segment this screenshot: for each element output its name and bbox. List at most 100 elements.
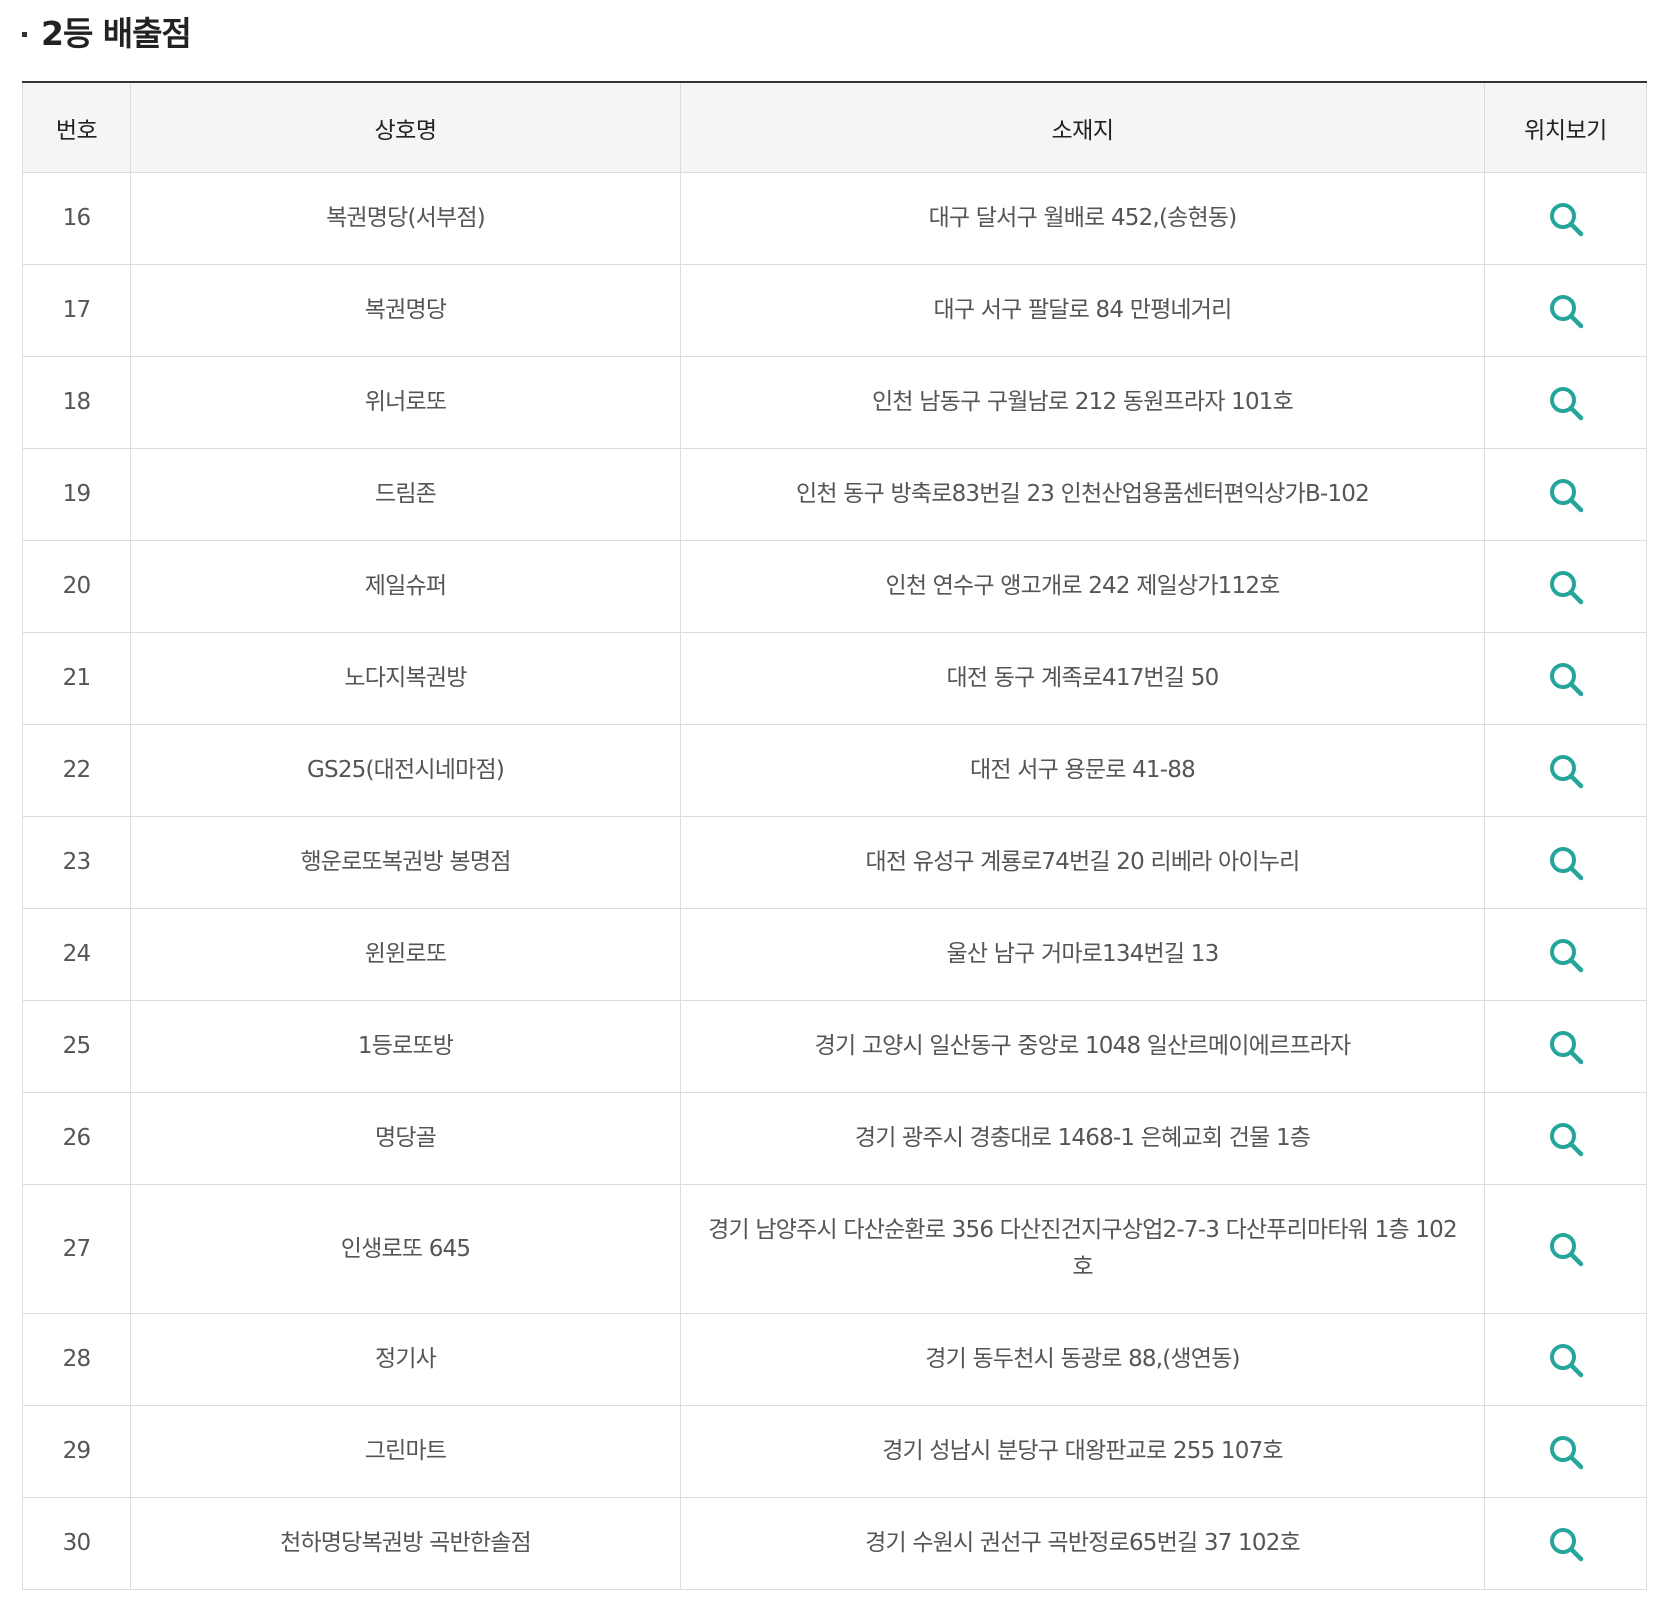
table-row: 22 GS25(대전시네마점) 대전 서구 용문로 41-88 bbox=[22, 724, 1647, 817]
row-number: 30 bbox=[22, 1497, 131, 1590]
table-row: 19 드림존 인천 동구 방축로83번길 23 인천산업용품센터편익상가B-10… bbox=[22, 448, 1647, 541]
row-number: 18 bbox=[22, 356, 131, 449]
table-row: 29 그린마트 경기 성남시 분당구 대왕판교로 255 107호 bbox=[22, 1405, 1647, 1498]
store-address: 경기 성남시 분당구 대왕판교로 255 107호 bbox=[680, 1405, 1485, 1498]
table-row: 24 윈윈로또 울산 남구 거마로134번길 13 bbox=[22, 908, 1647, 1001]
location-cell bbox=[1484, 1000, 1647, 1093]
store-name: 그린마트 bbox=[130, 1405, 681, 1498]
store-address: 대전 동구 계족로417번길 50 bbox=[680, 632, 1485, 725]
location-cell bbox=[1484, 264, 1647, 357]
row-number: 23 bbox=[22, 816, 131, 909]
view-location-button[interactable] bbox=[1546, 935, 1586, 975]
store-name: 복권명당(서부점) bbox=[130, 172, 681, 265]
search-icon bbox=[1549, 1343, 1583, 1377]
store-name: 천하명당복권방 곡반한솔점 bbox=[130, 1497, 681, 1590]
row-number: 27 bbox=[22, 1184, 131, 1314]
search-icon bbox=[1549, 846, 1583, 880]
store-address: 인천 남동구 구월남로 212 동원프라자 101호 bbox=[680, 356, 1485, 449]
view-location-button[interactable] bbox=[1546, 1027, 1586, 1067]
store-address: 경기 남양주시 다산순환로 356 다산진건지구상업2-7-3 다산푸리마타워 … bbox=[680, 1184, 1485, 1314]
page: 2등 배출점 번호 상호명 소재지 위치보기 16 복권명당(서부점) 대구 달… bbox=[0, 0, 1655, 1609]
view-location-button[interactable] bbox=[1546, 383, 1586, 423]
store-address: 인천 연수구 앵고개로 242 제일상가112호 bbox=[680, 540, 1485, 633]
row-number: 24 bbox=[22, 908, 131, 1001]
view-location-button[interactable] bbox=[1546, 475, 1586, 515]
location-cell bbox=[1484, 724, 1647, 817]
store-name: 인생로또 645 bbox=[130, 1184, 681, 1314]
location-cell bbox=[1484, 1497, 1647, 1590]
table-row: 16 복권명당(서부점) 대구 달서구 월배로 452,(송현동) bbox=[22, 172, 1647, 265]
header-location: 위치보기 bbox=[1484, 82, 1647, 173]
location-cell bbox=[1484, 1184, 1647, 1314]
search-icon bbox=[1549, 1435, 1583, 1469]
table-row: 25 1등로또방 경기 고양시 일산동구 중앙로 1048 일산르메이에르프라자 bbox=[22, 1000, 1647, 1093]
search-icon bbox=[1549, 478, 1583, 512]
store-address: 대구 달서구 월배로 452,(송현동) bbox=[680, 172, 1485, 265]
table-header-row: 번호 상호명 소재지 위치보기 bbox=[22, 82, 1647, 173]
row-number: 20 bbox=[22, 540, 131, 633]
location-cell bbox=[1484, 540, 1647, 633]
row-number: 22 bbox=[22, 724, 131, 817]
view-location-button[interactable] bbox=[1546, 1524, 1586, 1564]
view-location-button[interactable] bbox=[1546, 751, 1586, 791]
location-cell bbox=[1484, 1092, 1647, 1185]
table-row: 20 제일슈퍼 인천 연수구 앵고개로 242 제일상가112호 bbox=[22, 540, 1647, 633]
store-table: 번호 상호명 소재지 위치보기 16 복권명당(서부점) 대구 달서구 월배로 … bbox=[22, 81, 1647, 1590]
search-icon bbox=[1549, 754, 1583, 788]
view-location-button[interactable] bbox=[1546, 1119, 1586, 1159]
search-icon bbox=[1549, 1233, 1583, 1267]
view-location-button[interactable] bbox=[1546, 1340, 1586, 1380]
search-icon bbox=[1549, 938, 1583, 972]
row-number: 25 bbox=[22, 1000, 131, 1093]
view-location-button[interactable] bbox=[1546, 291, 1586, 331]
store-address: 대전 서구 용문로 41-88 bbox=[680, 724, 1485, 817]
store-address: 경기 고양시 일산동구 중앙로 1048 일산르메이에르프라자 bbox=[680, 1000, 1485, 1093]
store-name: 명당골 bbox=[130, 1092, 681, 1185]
search-icon bbox=[1549, 1030, 1583, 1064]
store-name: 드림존 bbox=[130, 448, 681, 541]
store-name: GS25(대전시네마점) bbox=[130, 724, 681, 817]
header-address: 소재지 bbox=[680, 82, 1485, 173]
table-row: 18 위너로또 인천 남동구 구월남로 212 동원프라자 101호 bbox=[22, 356, 1647, 449]
search-icon bbox=[1549, 570, 1583, 604]
row-number: 17 bbox=[22, 264, 131, 357]
store-address: 경기 광주시 경충대로 1468-1 은혜교회 건물 1층 bbox=[680, 1092, 1485, 1185]
store-address: 경기 수원시 권선구 곡반정로65번길 37 102호 bbox=[680, 1497, 1485, 1590]
section-header: 2등 배출점 bbox=[22, 6, 192, 56]
row-number: 28 bbox=[22, 1313, 131, 1406]
search-icon bbox=[1549, 1527, 1583, 1561]
location-cell bbox=[1484, 1405, 1647, 1498]
view-location-button[interactable] bbox=[1546, 199, 1586, 239]
table-row: 21 노다지복권방 대전 동구 계족로417번길 50 bbox=[22, 632, 1647, 725]
location-cell bbox=[1484, 816, 1647, 909]
store-address: 경기 동두천시 동광로 88,(생연동) bbox=[680, 1313, 1485, 1406]
store-name: 윈윈로또 bbox=[130, 908, 681, 1001]
row-number: 19 bbox=[22, 448, 131, 541]
table-row: 26 명당골 경기 광주시 경충대로 1468-1 은혜교회 건물 1층 bbox=[22, 1092, 1647, 1185]
view-location-button[interactable] bbox=[1546, 567, 1586, 607]
store-address: 대전 유성구 계룡로74번길 20 리베라 아이누리 bbox=[680, 816, 1485, 909]
search-icon bbox=[1549, 662, 1583, 696]
table-body: 16 복권명당(서부점) 대구 달서구 월배로 452,(송현동) 17 복권명… bbox=[22, 172, 1647, 1590]
table-row: 28 정기사 경기 동두천시 동광로 88,(생연동) bbox=[22, 1313, 1647, 1406]
location-cell bbox=[1484, 448, 1647, 541]
view-location-button[interactable] bbox=[1546, 843, 1586, 883]
section-title: 2등 배출점 bbox=[41, 14, 192, 53]
search-icon bbox=[1549, 294, 1583, 328]
search-icon bbox=[1549, 1122, 1583, 1156]
table-row: 23 행운로또복권방 봉명점 대전 유성구 계룡로74번길 20 리베라 아이누… bbox=[22, 816, 1647, 909]
view-location-button[interactable] bbox=[1546, 1229, 1586, 1269]
location-cell bbox=[1484, 172, 1647, 265]
store-name: 노다지복권방 bbox=[130, 632, 681, 725]
row-number: 29 bbox=[22, 1405, 131, 1498]
bullet-icon bbox=[22, 31, 27, 37]
row-number: 21 bbox=[22, 632, 131, 725]
header-name: 상호명 bbox=[130, 82, 681, 173]
view-location-button[interactable] bbox=[1546, 1432, 1586, 1472]
store-name: 행운로또복권방 봉명점 bbox=[130, 816, 681, 909]
table-row: 30 천하명당복권방 곡반한솔점 경기 수원시 권선구 곡반정로65번길 37 … bbox=[22, 1497, 1647, 1590]
location-cell bbox=[1484, 632, 1647, 725]
search-icon bbox=[1549, 386, 1583, 420]
view-location-button[interactable] bbox=[1546, 659, 1586, 699]
store-name: 위너로또 bbox=[130, 356, 681, 449]
